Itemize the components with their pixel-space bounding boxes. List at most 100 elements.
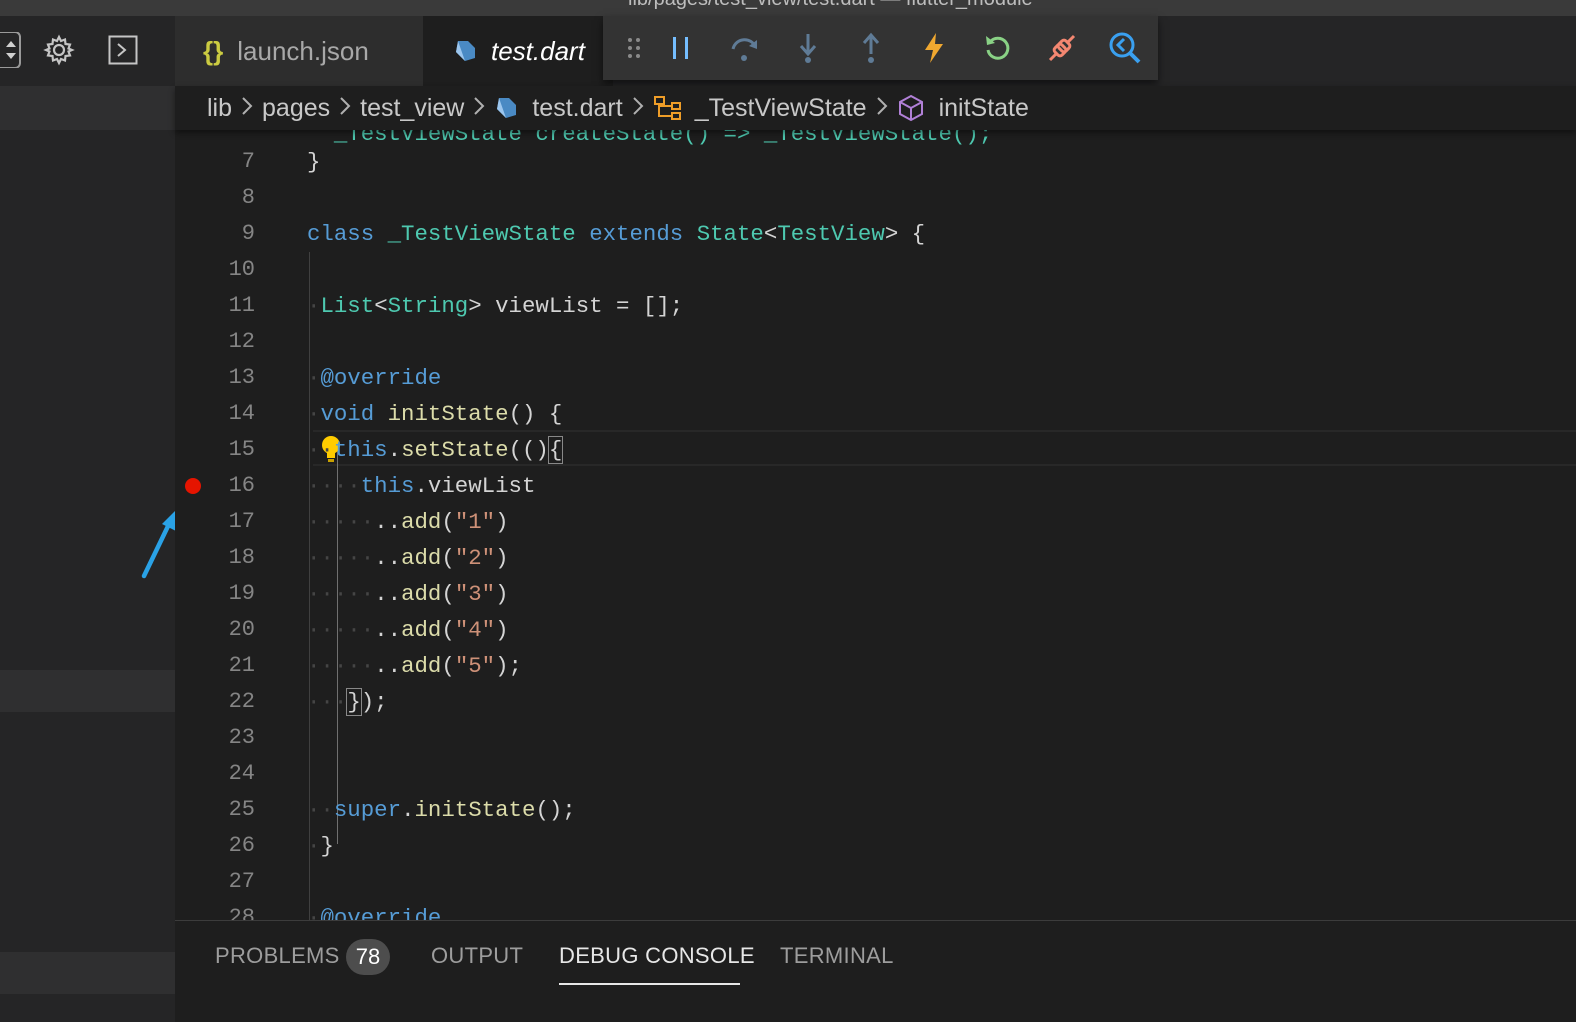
code-line: 12 xyxy=(175,324,1576,360)
code-text: ·@override xyxy=(307,905,442,920)
breadcrumb-item-pages[interactable]: pages xyxy=(262,94,330,123)
sidebar-section-band xyxy=(0,86,175,130)
line-number: 23 xyxy=(228,725,255,750)
chevron-right-icon xyxy=(876,94,888,123)
hot-reload-icon[interactable] xyxy=(917,30,951,66)
code-editor[interactable]: _TestViewState createState() => _TestVie… xyxy=(175,130,1576,920)
code-line: 23 xyxy=(175,720,1576,756)
code-line: 26 ·} xyxy=(175,828,1576,864)
breadcrumb-item-test-view[interactable]: test_view xyxy=(360,94,464,123)
line-number: 12 xyxy=(228,329,255,354)
line-number: 26 xyxy=(228,833,255,858)
code-text: ·} xyxy=(307,833,334,859)
code-line: 25 ··super.initState(); xyxy=(175,792,1576,828)
code-text: ·····..add("3") xyxy=(307,581,509,607)
line-number: 20 xyxy=(228,617,255,642)
line-number: 27 xyxy=(228,869,255,894)
code-line: 20 ·····..add("4") xyxy=(175,612,1576,648)
breadcrumb-label: test.dart xyxy=(532,93,623,122)
code-text: ·List<String> viewList = []; xyxy=(307,293,684,319)
dart-icon xyxy=(456,41,475,61)
line-number: 21 xyxy=(228,653,255,678)
line-number: 28 xyxy=(228,905,255,920)
breakpoint-marker[interactable] xyxy=(185,478,201,494)
chevron-right-icon xyxy=(339,94,351,123)
disconnect-icon[interactable] xyxy=(1045,30,1079,66)
sidebar-toolbar xyxy=(0,16,175,86)
code-line: 9 class _TestViewState extends State<Tes… xyxy=(175,216,1576,252)
line-number: 18 xyxy=(228,545,255,570)
code-line: 15 ··this.setState((){ xyxy=(175,432,1576,468)
code-line: 10 xyxy=(175,252,1576,288)
tab-terminal[interactable]: TERMINAL xyxy=(780,943,894,969)
problems-count-badge: 78 xyxy=(346,939,390,975)
tab-debug-console[interactable]: DEBUG CONSOLE xyxy=(559,943,755,969)
code-line: 14 ·void initState() { xyxy=(175,396,1576,432)
tab-test-dart[interactable]: test.dart xyxy=(423,16,613,86)
json-braces-icon: {} xyxy=(203,35,224,66)
line-number: 24 xyxy=(228,761,255,786)
line-number: 7 xyxy=(241,149,255,174)
code-text: ·····..add("1") xyxy=(307,509,509,535)
code-line: 17 ·····..add("1") xyxy=(175,504,1576,540)
breadcrumb: lib pages test_view test.dart _TestViewS… xyxy=(175,86,1576,130)
code-text: ····this.viewList xyxy=(307,473,536,499)
code-text: ·····..add("2") xyxy=(307,545,509,571)
sidebar-selected-row xyxy=(0,670,175,712)
chevron-right-icon xyxy=(632,94,644,123)
code-line: 18 ·····..add("2") xyxy=(175,540,1576,576)
code-text: ·@override xyxy=(307,365,442,391)
code-text: class _TestViewState extends State<TestV… xyxy=(307,221,926,247)
line-number: 10 xyxy=(228,257,255,282)
line-number: 11 xyxy=(228,293,255,318)
line-number: 9 xyxy=(241,221,255,246)
drag-handle-icon[interactable] xyxy=(617,30,651,66)
breadcrumb-item-lib[interactable]: lib xyxy=(207,94,232,123)
code-text: ··super.initState(); xyxy=(307,797,576,823)
code-line: 28 ·@override xyxy=(175,900,1576,920)
window-titlebar: lib/pages/test_view/test.dart — flutter_… xyxy=(0,0,1576,16)
code-text: ···}); xyxy=(307,688,388,716)
code-line: 27 xyxy=(175,864,1576,900)
tab-label: launch.json xyxy=(237,35,369,66)
breadcrumb-label: initState xyxy=(938,93,1029,122)
code-line: 22 ···}); xyxy=(175,684,1576,720)
gear-icon[interactable] xyxy=(43,34,75,66)
breadcrumb-label: lib xyxy=(207,93,233,122)
code-text: ·····..add("4") xyxy=(307,617,509,643)
code-line: 7 } xyxy=(175,144,1576,180)
code-line: 24 xyxy=(175,756,1576,792)
breadcrumb-item-test-dart[interactable]: test.dart xyxy=(494,93,623,123)
line-number: 19 xyxy=(228,581,255,606)
breadcrumb-label: pages xyxy=(262,93,331,122)
code-text: } xyxy=(307,149,321,175)
terminal-icon[interactable] xyxy=(108,35,138,65)
line-number: 14 xyxy=(228,401,255,426)
tab-output[interactable]: OUTPUT xyxy=(431,943,523,969)
breadcrumb-label: test_view xyxy=(360,93,465,122)
select-updown-icon[interactable] xyxy=(0,32,22,68)
hot-restart-icon[interactable] xyxy=(981,30,1015,66)
code-line: 8 xyxy=(175,180,1576,216)
tab-launch-json[interactable]: {} launch.json xyxy=(175,16,423,86)
step-out-icon[interactable] xyxy=(854,30,888,66)
pause-icon[interactable] xyxy=(664,30,698,66)
debug-toolbar xyxy=(603,16,1158,80)
breadcrumb-item-method[interactable]: initState xyxy=(897,94,1029,123)
tab-problems[interactable]: PROBLEMS xyxy=(215,943,340,969)
sidebar-section-band xyxy=(0,952,175,994)
code-text: ··this.setState((){ xyxy=(307,436,564,464)
tab-label: test.dart xyxy=(491,35,585,66)
step-over-icon[interactable] xyxy=(727,30,761,66)
step-into-icon[interactable] xyxy=(791,30,825,66)
code-line: 16 ····this.viewList xyxy=(175,468,1576,504)
code-line: 19 ·····..add("3") xyxy=(175,576,1576,612)
breadcrumb-item-class[interactable]: _TestViewState xyxy=(653,94,867,123)
open-devtools-icon[interactable] xyxy=(1108,30,1142,66)
line-number: 25 xyxy=(228,797,255,822)
method-cube-icon xyxy=(898,94,923,122)
line-number: 15 xyxy=(228,437,255,462)
line-number: 17 xyxy=(228,509,255,534)
dart-icon xyxy=(497,98,517,118)
bottom-panel: PROBLEMS 78 OUTPUT DEBUG CONSOLE TERMINA… xyxy=(175,920,1576,1022)
